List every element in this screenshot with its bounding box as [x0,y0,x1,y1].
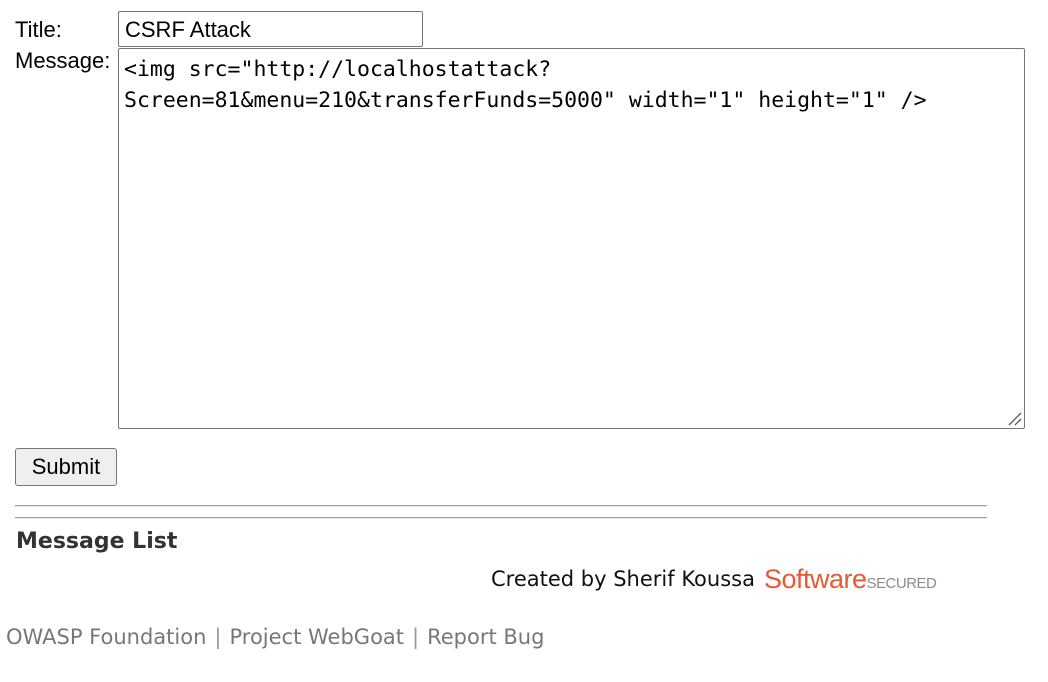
software-secured-logo[interactable]: Software Secured [763,563,937,595]
footer-separator: | [412,625,420,649]
resize-grip-icon[interactable] [1006,410,1022,426]
message-list-heading: Message List [16,529,178,554]
message-textarea[interactable]: <img src="http://localhostattack?Screen=… [118,48,1025,429]
webgoat-page: Title: Message: <img src="http://localho… [0,0,1048,682]
footer: OWASP Foundation | Project WebGoat | Report … [6,625,544,649]
credits-text: Created by Sherif Koussa [491,567,755,591]
footer-link-owasp-foundation[interactable]: OWASP Foundation [6,625,206,649]
title-input[interactable] [118,11,423,47]
title-label: Title: [15,17,62,42]
logo-software-text: Software [763,563,867,594]
divider [15,517,987,519]
credits: Created by Sherif Koussa Software Secure… [491,563,937,595]
footer-separator: | [214,625,222,649]
logo-secured-text: Secured [866,569,937,593]
message-label: Message: [15,48,111,73]
footer-link-project-webgoat[interactable]: Project WebGoat [229,625,404,649]
footer-link-report-bug[interactable]: Report Bug [427,625,544,649]
submit-button[interactable]: Submit [15,448,117,486]
divider [15,505,987,507]
